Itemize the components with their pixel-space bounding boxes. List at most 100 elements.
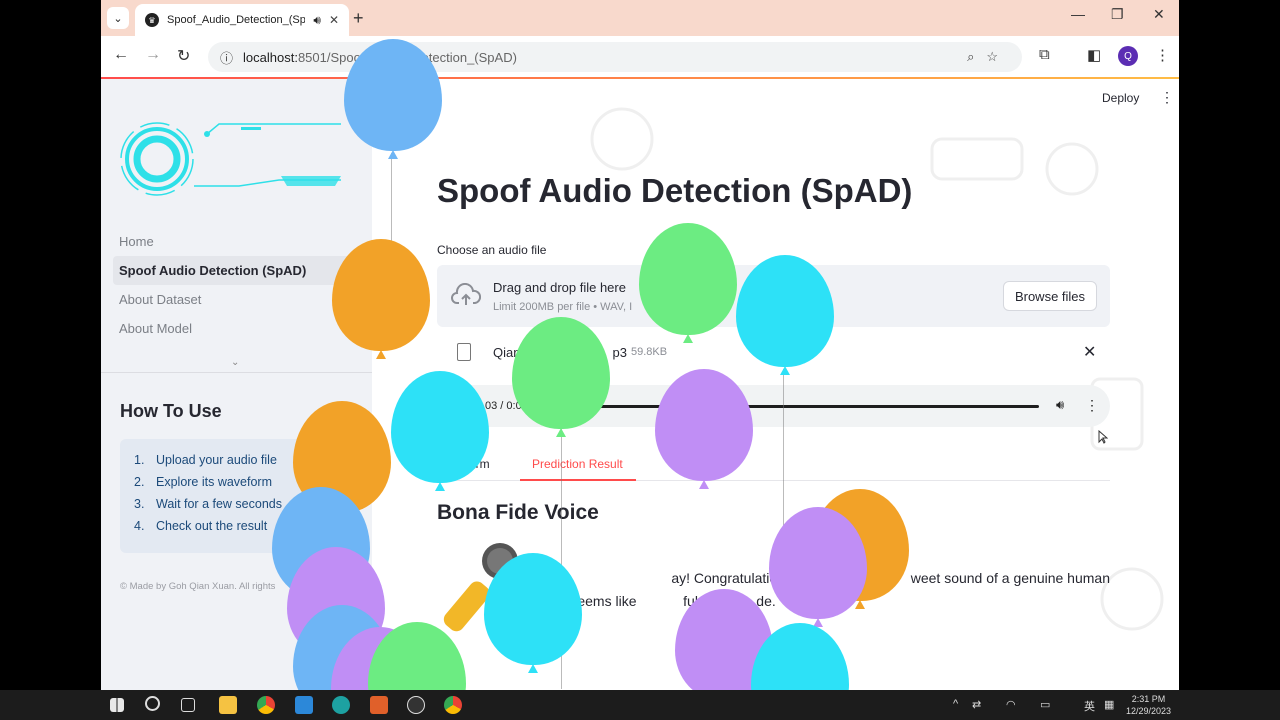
main-menu-icon[interactable]: ⋮ [1160,89,1174,106]
step-number: 3. [134,497,145,511]
profile-avatar[interactable]: Q [1118,46,1138,66]
step-text: Explore its waveform [156,475,273,489]
close-tab-icon[interactable]: ✕ [329,13,339,27]
url-text: localhost:8501/Spoof_Audio_Detection_(Sp… [243,50,967,65]
chrome-profile-icon[interactable] [444,696,462,714]
file-dropzone[interactable]: Drag and drop file here Limit 200MB per … [437,265,1110,327]
back-icon[interactable]: ← [113,46,129,64]
result-description: ay! Congratulations! This audi weet soun… [437,567,1110,613]
tab-title: Spoof_Audio_Detection_(SpAD) [167,14,306,26]
file-icon [457,343,471,361]
sidebar-divider [101,372,372,373]
upload-cloud-icon [451,283,481,305]
page-title: Spoof Audio Detection (SpAD) [437,172,913,209]
zoom-icon[interactable]: ⌕ [967,49,986,65]
chrome-icon[interactable] [257,696,275,714]
taskbar-clock[interactable]: 2:31 PM 12/29/2023 [1126,693,1171,717]
tray-chevron-icon[interactable]: ^ [953,698,958,710]
restore-icon[interactable]: ❐ [1111,6,1124,23]
tray-battery-icon[interactable]: ▭ [1040,698,1050,711]
deploy-button[interactable]: Deploy [1102,91,1139,105]
new-tab-button[interactable]: + [353,8,364,29]
forward-icon[interactable]: → [145,46,161,64]
browser-menu-icon[interactable]: ⋮ [1155,46,1170,64]
step-text: Check out the result [156,519,268,533]
side-panel-icon[interactable]: ◧ [1087,46,1101,64]
windows-start-icon[interactable] [110,698,124,712]
minimize-icon[interactable]: — [1071,6,1085,22]
step-text: Wait for a few seconds [156,497,282,511]
sidebar: Home Spoof Audio Detection (SpAD) About … [101,79,372,690]
matlab-icon[interactable] [370,696,388,714]
audio-more-icon[interactable]: ⋮ [1085,397,1099,414]
tray-language[interactable]: 英 [1084,698,1095,714]
howto-info-box: 1. Upload your audio file 2. Explore its w… [120,439,352,553]
clock-date: 12/29/2023 [1126,706,1172,716]
step-number: 2. [134,475,145,489]
browser-toolbar: ← → ↻ ⓘ localhost:8501/Spoof_Audio_Detec… [101,36,1179,78]
howto-step: 1. Upload your audio file [134,453,338,475]
tray-ime-icon[interactable]: ▦ [1104,698,1114,711]
url-path: 8501/Spoof_Audio_Detection_(SpAD) [297,49,517,65]
dropzone-limit: Limit 200MB per file • WAV, I [493,301,633,313]
tab-search-icon[interactable]: ⌄ [107,7,129,29]
result-line: ice. It seems like ful h de. [533,593,776,609]
audio-seek-bar[interactable] [557,405,1039,408]
windows-taskbar: ^ ⇄ ◠ ▭ 英 ▦ 2:31 PM 12/29/2023 [0,690,1280,720]
tab-prediction-result[interactable]: Prediction Result [532,457,623,471]
browser-tab[interactable]: ♛ Spoof_Audio_Detection_(SpAD) 🔊︎ ✕ [135,4,349,36]
result-title: Bona Fide Voice [437,501,599,524]
tab-strip: ⌄ ♛ Spoof_Audio_Detection_(SpAD) 🔊︎ ✕ + … [101,0,1179,36]
obs-icon[interactable] [407,696,425,714]
close-window-icon[interactable]: ✕ [1153,6,1165,23]
uploaded-file-row: Qian p3 59.8KB ✕ [437,337,1110,367]
browse-files-button[interactable]: Browse files [1003,281,1097,311]
howto-step: 4. Check out the result [134,519,338,541]
file-name-start: Qian [493,345,521,360]
file-size: 59.8KB [631,346,668,358]
clock-time: 2:31 PM [1131,694,1166,704]
tray-wifi-icon[interactable]: ◠ [1006,698,1016,711]
microphone-icon [443,543,518,632]
vscode-icon[interactable] [295,696,313,714]
result-tabs: eform Prediction Result [437,451,1110,481]
streamlit-favicon-icon: ♛ [145,13,159,27]
site-info-icon[interactable]: ⓘ [220,48,233,67]
bookmark-star-icon[interactable]: ☆ [986,49,1010,65]
file-name-end: p3 [612,345,627,360]
remove-file-icon[interactable]: ✕ [1083,342,1096,362]
speaker-icon[interactable]: 🔊︎ [313,13,321,28]
howto-step: 3. Wait for a few seconds [134,497,338,519]
browser-window: ⌄ ♛ Spoof_Audio_Detection_(SpAD) 🔊︎ ✕ + … [101,0,1179,690]
address-bar[interactable]: ⓘ localhost:8501/Spoof_Audio_Detection_(… [208,42,1022,72]
footer-credit: © Made by Goh Qian Xuan. All rights [120,581,276,592]
file-explorer-icon[interactable] [219,696,237,714]
step-number: 4. [134,519,145,533]
app-logo [120,122,341,196]
search-icon[interactable] [145,696,160,711]
nav-item-about-model[interactable]: About Model [113,314,372,343]
streamlit-app: Home Spoof Audio Detection (SpAD) About … [101,39,1179,690]
tray-network-icon[interactable]: ⇄ [972,698,981,711]
step-text: Upload your audio file [156,453,277,467]
nav-item-home[interactable]: Home [113,227,372,256]
dropzone-text: Drag and drop file here [493,280,626,295]
file-name: Qian p3 [493,345,627,360]
reload-icon[interactable]: ↻ [177,46,190,66]
audio-player[interactable]: 03 / 0:0 🔊︎ ⋮ [437,385,1110,427]
nav-item-spad[interactable]: Spoof Audio Detection (SpAD) [113,256,372,285]
screen: ⌄ ♛ Spoof_Audio_Detection_(SpAD) 🔊︎ ✕ + … [0,0,1280,720]
volume-icon[interactable]: 🔊︎ [1056,397,1064,413]
audio-time: 03 / 0:0 [485,400,522,412]
howto-title: How To Use [120,401,222,421]
nav-item-about-dataset[interactable]: About Dataset [113,285,372,314]
result-line: ay! Congratulations! This audi weet soun… [671,570,1110,586]
tab-waveform[interactable]: eform [459,457,490,471]
edge-icon[interactable] [332,696,350,714]
step-number: 1. [134,453,145,467]
url-host: localhost: [243,49,298,65]
page-nav: Home Spoof Audio Detection (SpAD) About … [113,227,372,343]
task-view-icon[interactable] [181,698,195,712]
extensions-icon[interactable]: ⧉ [1039,46,1050,63]
nav-expand-chevron-icon[interactable]: ⌄ [231,357,239,368]
